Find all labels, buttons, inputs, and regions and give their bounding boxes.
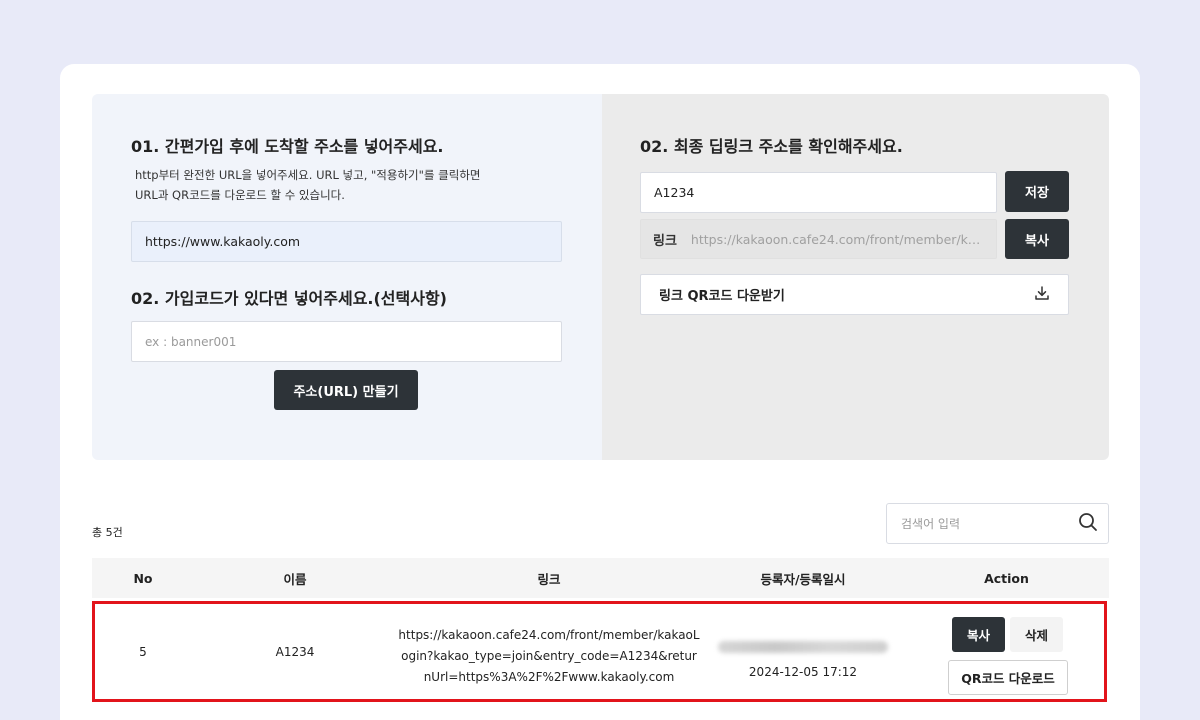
total-count: 총 5건 (92, 526, 123, 539)
row-name: A1234 (275, 644, 315, 659)
deeplink-output: 링크 https://kakaoon.cafe24.com/front/memb… (640, 219, 997, 259)
row-link: https://kakaoon.cafe24.com/front/member/… (396, 601, 702, 712)
row-copy-button[interactable]: 복사 (952, 617, 1005, 652)
search-icon[interactable] (1078, 512, 1098, 536)
column-no: No (133, 570, 153, 586)
row-link-line1: https://kakaoon.cafe24.com/front/member/… (398, 628, 700, 642)
make-url-button[interactable]: 주소(URL) 만들기 (274, 370, 418, 410)
row-no: 5 (139, 644, 147, 659)
step2-title: 02. 가입코드가 있다면 넣어주세요.(선택사항) (131, 289, 447, 308)
download-icon (1034, 285, 1050, 305)
column-action: Action (984, 570, 1029, 586)
copy-link-button[interactable]: 복사 (1005, 219, 1069, 259)
step1-title: 01. 간편가입 후에 도착할 주소를 넣어주세요. (131, 137, 444, 156)
entry-code-input[interactable]: ex : banner001 (131, 321, 562, 362)
column-registrant: 등록자/등록일시 (760, 571, 846, 587)
link-name-input[interactable]: A1234 (640, 172, 997, 213)
step1-description-line1: http부터 완전한 URL을 넣어주세요. URL 넣고, "적용하기"를 클… (135, 168, 481, 182)
search-input[interactable] (901, 516, 1061, 531)
column-link: 링크 (537, 571, 561, 587)
column-name: 이름 (283, 571, 307, 587)
redacted-registrant (718, 641, 888, 653)
row-link-line3: nUrl=https%3A%2F%2Fwww.kakaoly.com (423, 670, 675, 684)
search-box (886, 503, 1109, 544)
link-value: https://kakaoon.cafe24.com/front/member/… (690, 231, 984, 247)
row-registrant: 2024-12-05 17:12 (702, 630, 904, 690)
table-header: No 이름 링크 등록자/등록일시 Action (92, 558, 1109, 598)
qr-download-button[interactable]: 링크 QR코드 다운받기 (640, 274, 1069, 315)
save-button[interactable]: 저장 (1005, 171, 1069, 212)
row-delete-button[interactable]: 삭제 (1010, 617, 1063, 652)
qr-download-label: 링크 QR코드 다운받기 (659, 289, 785, 304)
row-link-line2: ogin?kakao_type=join&entry_code=A1234&re… (401, 649, 697, 663)
row-qr-download-button[interactable]: QR코드 다운로드 (948, 660, 1068, 695)
step1-description-line2: URL과 QR코드를 다운로드 할 수 있습니다. (135, 188, 345, 202)
row-registered-at: 2024-12-05 17:12 (748, 665, 858, 679)
destination-url-input[interactable]: https://www.kakaoly.com (131, 221, 562, 262)
link-label: 링크 (653, 233, 677, 249)
deeplink-title: 02. 최종 딥링크 주소를 확인해주세요. (640, 137, 903, 156)
